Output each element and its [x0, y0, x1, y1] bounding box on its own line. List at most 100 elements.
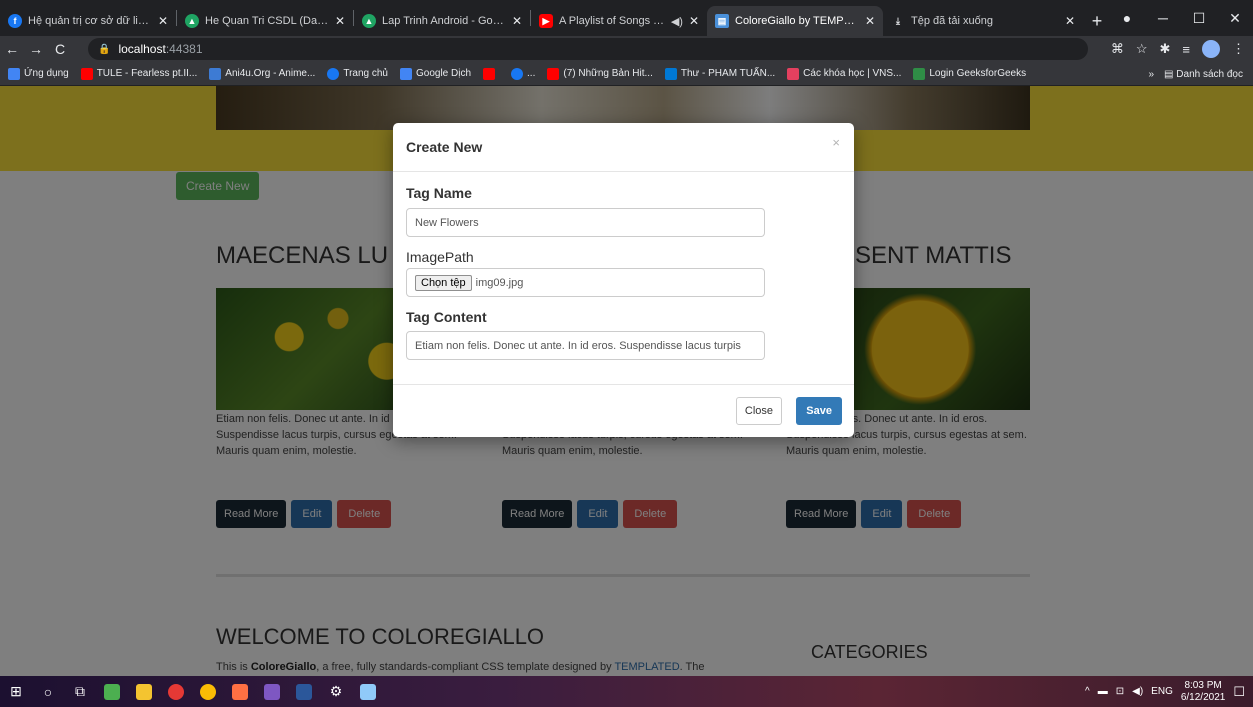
word-icon[interactable]: [288, 676, 320, 707]
tab-search-icon[interactable]: ●: [1109, 10, 1145, 26]
file-name: img09.jpg: [475, 276, 524, 289]
facebook-icon: [327, 67, 340, 80]
task-view-icon[interactable]: ⧉: [64, 676, 96, 707]
bookmark-item[interactable]: (7) Những Bản Hit...: [547, 67, 653, 80]
bookmark-star-icon[interactable]: ☆: [1136, 41, 1148, 57]
forward-icon[interactable]: →: [24, 41, 48, 57]
windows-start-icon[interactable]: ⊞: [0, 676, 32, 707]
network-icon[interactable]: ⊡: [1116, 686, 1124, 697]
close-icon[interactable]: ✕: [865, 14, 875, 28]
image-path-file-input[interactable]: Chọn tệp img09.jpg: [406, 268, 765, 297]
file-explorer-icon[interactable]: [128, 676, 160, 707]
tab-title: ColoreGiallo by TEMPLATED: [735, 15, 859, 27]
new-tab-button[interactable]: +: [1083, 6, 1111, 36]
tag-name-label: Tag Name: [406, 185, 472, 201]
clock[interactable]: 8:03 PM 6/12/2021: [1181, 680, 1226, 704]
tag-content-input[interactable]: Etiam non felis. Donec ut ante. In id er…: [406, 331, 765, 360]
tab-title: He Quan Tri CSDL (Databas: [205, 15, 329, 27]
apps-grid-icon: [8, 67, 20, 80]
bookmarks-bar: Ứng dụng TULE - Fearless pt.II... Ani4u.…: [0, 62, 1253, 86]
language-indicator[interactable]: ENG: [1151, 686, 1173, 697]
tab-title: A Playlist of Songs To S: [559, 15, 667, 27]
tab-title: Tệp đã tải xuống: [911, 15, 993, 27]
site-icon: [787, 67, 800, 80]
window-controls: ● ─ ☐ ✕: [1109, 0, 1253, 36]
modal-title: Create New: [406, 139, 483, 155]
bookmark-item[interactable]: Ani4u.Org - Anime...: [209, 67, 315, 80]
facebook-icon: [511, 67, 524, 80]
close-icon[interactable]: ✕: [1065, 14, 1075, 28]
site-icon: [209, 67, 222, 80]
chrome-icon[interactable]: [192, 676, 224, 707]
browser-tab-active[interactable]: ▤ ColoreGiallo by TEMPLATED ✕: [707, 6, 883, 36]
app-icon[interactable]: [96, 676, 128, 707]
bookmark-item[interactable]: TULE - Fearless pt.II...: [80, 67, 197, 80]
outlook-icon: [664, 67, 677, 80]
youtube-icon: [483, 67, 496, 80]
youtube-icon: [547, 67, 560, 80]
menu-icon[interactable]: ⋮: [1232, 41, 1245, 57]
tab-title: Hệ quản trị cơ sở dữ liệu 20: [28, 15, 152, 27]
close-button[interactable]: Close: [735, 397, 782, 425]
close-icon[interactable]: ✕: [512, 14, 522, 28]
search-icon[interactable]: ○: [32, 676, 64, 707]
address-port: :44381: [165, 42, 203, 56]
translate-icon[interactable]: ⌘: [1111, 41, 1124, 57]
notifications-icon[interactable]: ☐: [1233, 684, 1245, 700]
close-icon[interactable]: ✕: [335, 14, 345, 28]
app-icon[interactable]: [224, 676, 256, 707]
app-icon[interactable]: [352, 676, 384, 707]
modal-header: Create New ×: [393, 123, 854, 172]
bookmark-item[interactable]: Google Dịch: [399, 67, 471, 80]
close-icon[interactable]: ✕: [158, 14, 168, 28]
browser-tab[interactable]: ⤓ Tệp đã tải xuống ✕: [883, 6, 1083, 36]
browser-tab[interactable]: ▲ He Quan Tri CSDL (Databas ✕: [177, 6, 353, 36]
tag-name-input[interactable]: New Flowers: [406, 208, 765, 237]
choose-file-button[interactable]: Chọn tệp: [415, 274, 472, 291]
reload-icon[interactable]: C: [48, 41, 72, 57]
media-icon[interactable]: ≡: [1182, 42, 1190, 57]
google-drive-icon: ▲: [362, 14, 376, 28]
browser-tab[interactable]: ▶ A Playlist of Songs To S ◀) ✕: [531, 6, 707, 36]
app-icon[interactable]: [160, 676, 192, 707]
minimize-icon[interactable]: ─: [1145, 10, 1181, 26]
page-icon: ▤: [715, 14, 729, 28]
browser-tab[interactable]: ▲ Lap Trinh Android - Google ✕: [354, 6, 530, 36]
download-icon: ⤓: [896, 15, 900, 26]
profile-avatar[interactable]: [1202, 40, 1220, 58]
bookmark-item[interactable]: Các khóa học | VNS...: [787, 67, 901, 80]
visual-studio-icon[interactable]: [256, 676, 288, 707]
bookmark-apps[interactable]: Ứng dụng: [8, 67, 69, 80]
bookmark-item[interactable]: Trang chủ: [327, 67, 388, 80]
browser-tab-strip: f Hệ quản trị cơ sở dữ liệu 20 ✕ ▲ He Qu…: [0, 0, 1253, 36]
bookmark-item[interactable]: [483, 67, 499, 80]
settings-icon[interactable]: ⚙: [320, 676, 352, 707]
volume-icon[interactable]: ◀): [1132, 686, 1143, 697]
extensions-icon[interactable]: ✱: [1160, 41, 1171, 57]
more-bookmarks-icon[interactable]: »: [1148, 69, 1154, 80]
address-bar[interactable]: 🔒 localhost:44381: [88, 38, 1088, 60]
bookmark-item[interactable]: Thư - PHAM TUẤN...: [664, 67, 775, 80]
google-drive-icon: ▲: [185, 14, 199, 28]
modal-body: Tag Name New Flowers ImagePath Chọn tệp …: [393, 172, 854, 384]
geeksforgeeks-icon: [913, 67, 926, 80]
close-window-icon[interactable]: ✕: [1217, 10, 1253, 27]
save-button[interactable]: Save: [796, 397, 842, 425]
battery-icon[interactable]: ▬: [1098, 686, 1108, 697]
tag-content-label: Tag Content: [406, 309, 487, 325]
maximize-icon[interactable]: ☐: [1181, 10, 1217, 27]
close-icon[interactable]: ✕: [689, 14, 699, 28]
system-tray: ^ ▬ ⊡ ◀) ENG 8:03 PM 6/12/2021 ☐: [1085, 676, 1253, 707]
bookmark-item[interactable]: ...: [511, 67, 535, 80]
browser-tab[interactable]: f Hệ quản trị cơ sở dữ liệu 20 ✕: [0, 6, 176, 36]
lock-icon[interactable]: 🔒: [98, 44, 110, 55]
close-icon[interactable]: ×: [832, 135, 840, 150]
back-icon[interactable]: ←: [0, 41, 24, 57]
tab-title: Lap Trinh Android - Google: [382, 15, 506, 27]
facebook-icon: f: [8, 14, 22, 28]
bookmark-item[interactable]: Login GeeksforGeeks: [913, 67, 1026, 80]
speaker-icon[interactable]: ◀): [671, 15, 683, 28]
tray-chevron-icon[interactable]: ^: [1085, 686, 1090, 697]
reading-list-button[interactable]: ▤ Danh sách đọc: [1164, 69, 1243, 80]
address-host: localhost: [118, 42, 166, 56]
